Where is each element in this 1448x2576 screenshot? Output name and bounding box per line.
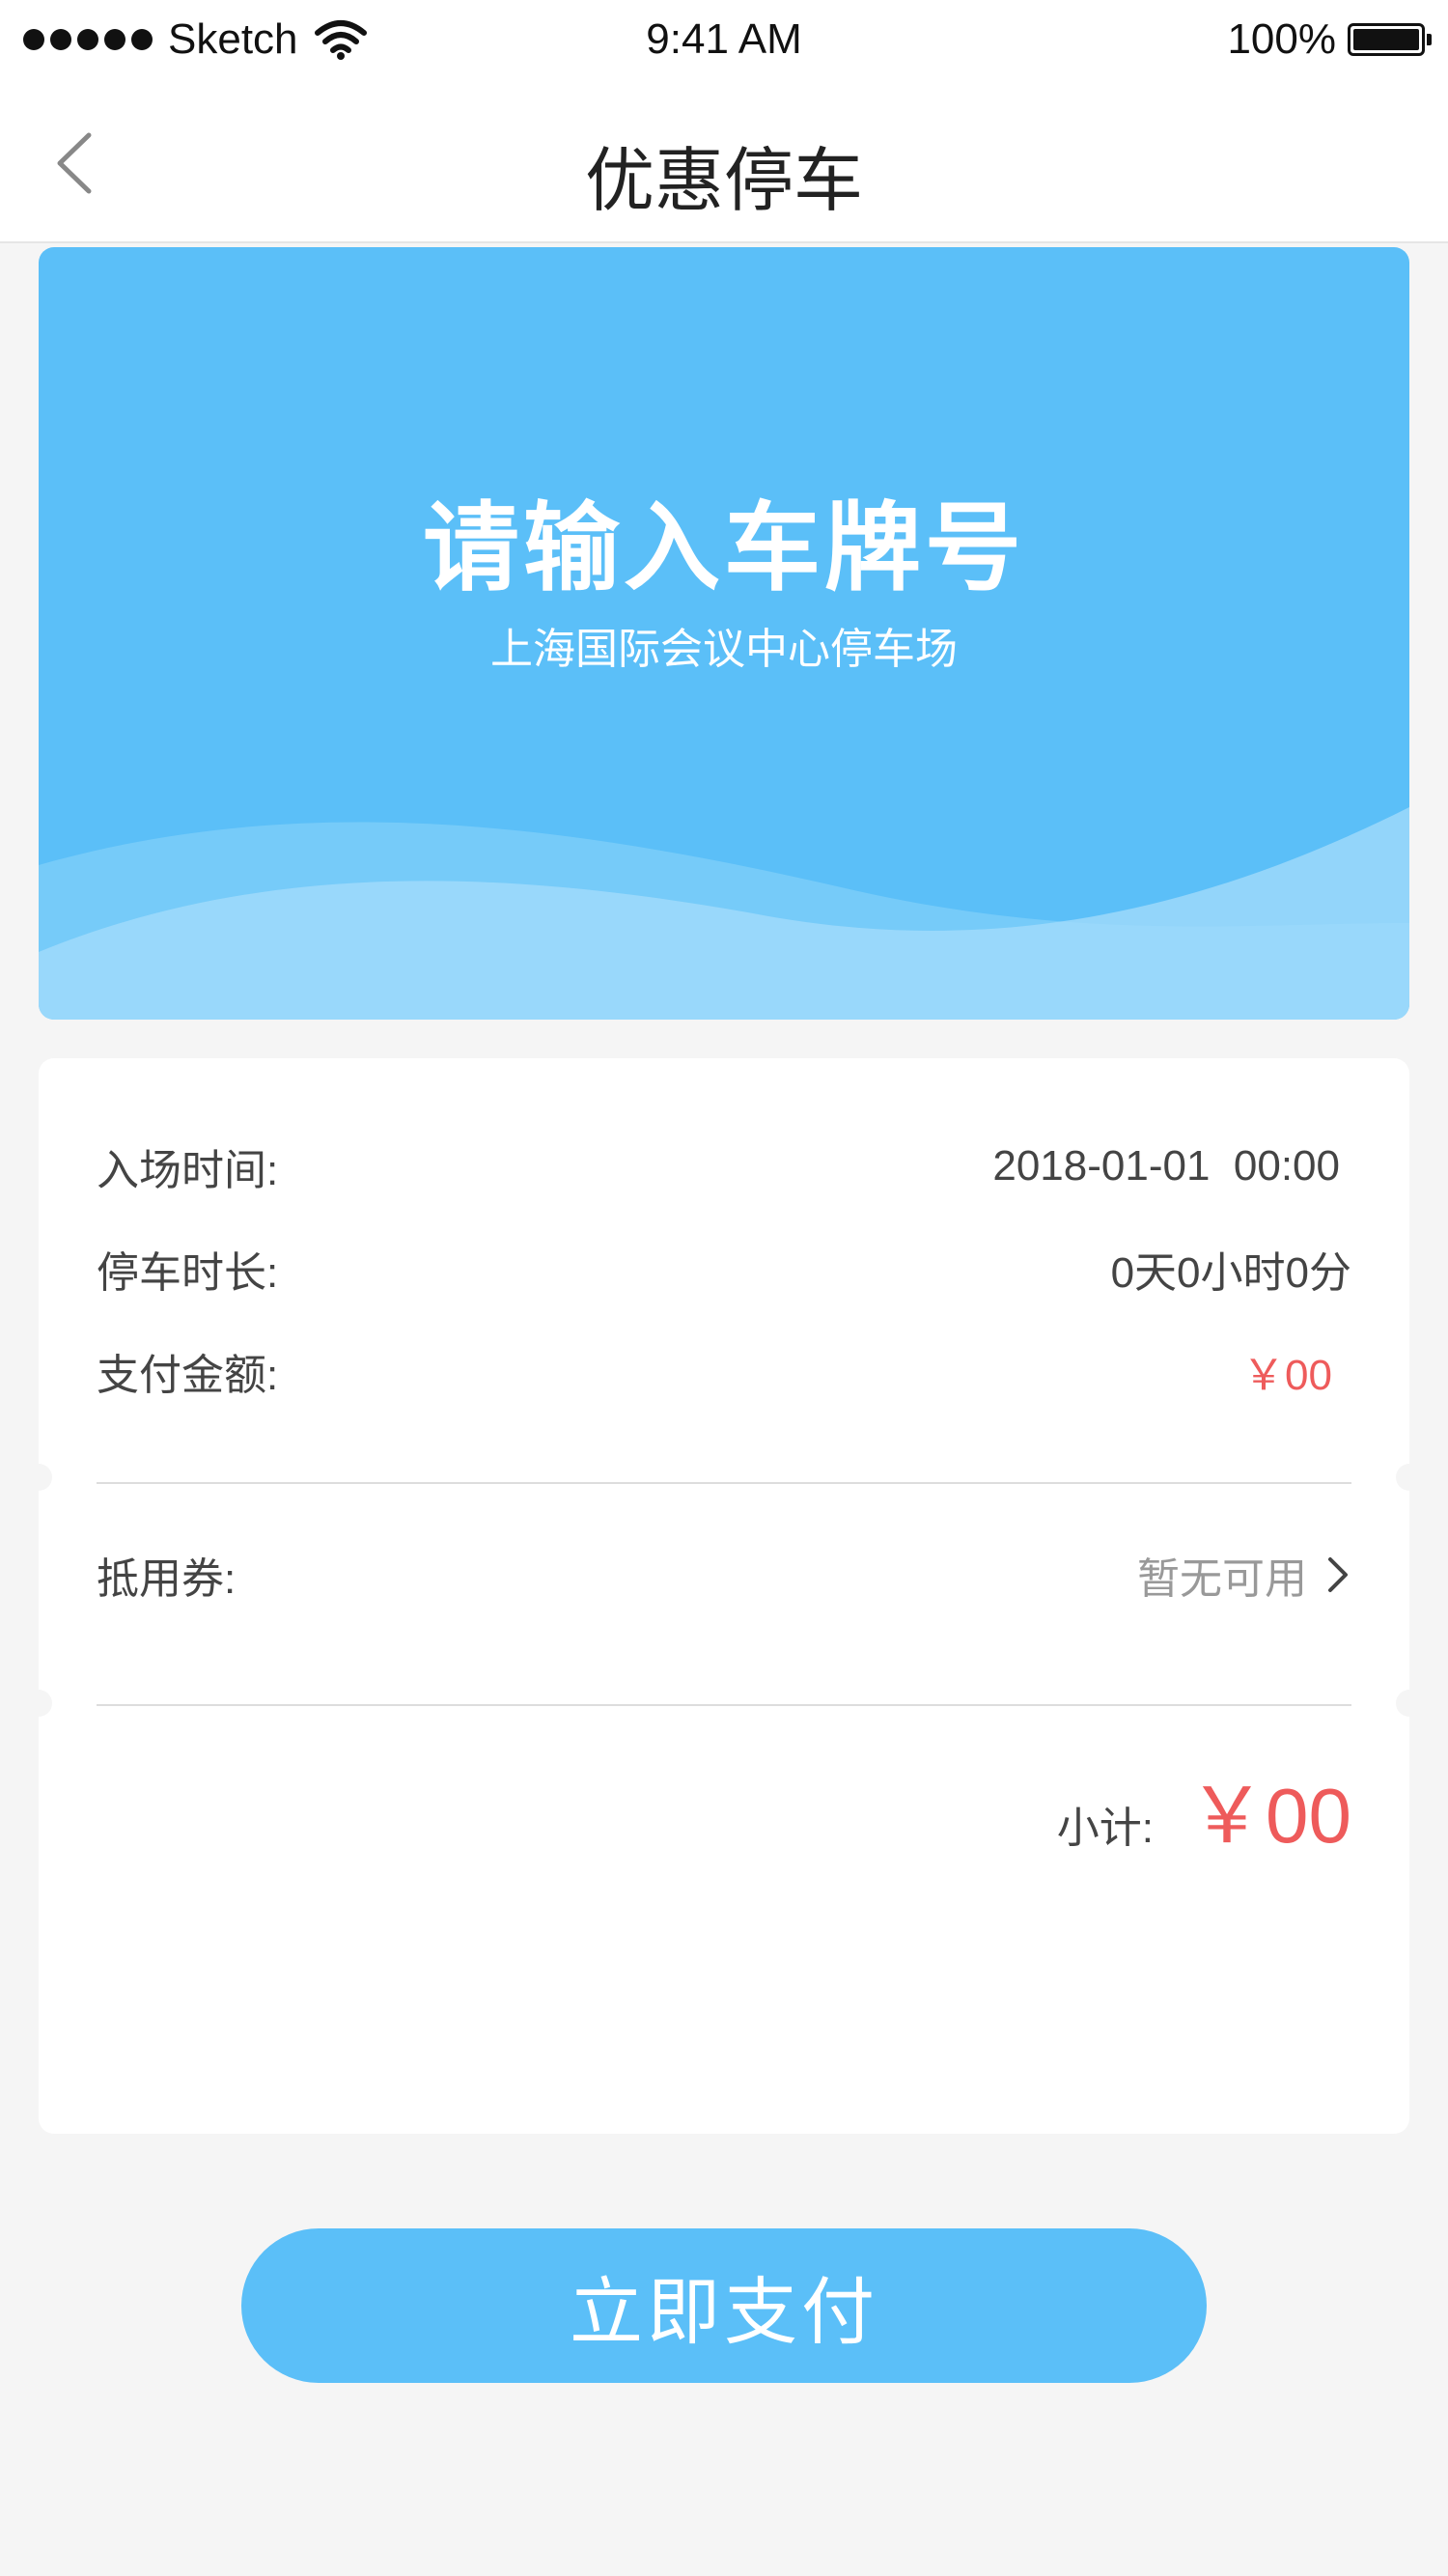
amount-row: 支付金额: ￥00 xyxy=(97,1337,1351,1405)
status-bar: Sketch 9:41 AM 100% xyxy=(0,0,1448,85)
entry-time-label: 入场时间: xyxy=(97,1147,279,1194)
divider xyxy=(97,1704,1351,1706)
status-right: 100% xyxy=(1227,15,1432,64)
entry-time-value: 2018-01-01 00:00 xyxy=(992,1142,1340,1190)
subtotal-label: 小计: xyxy=(1056,1805,1155,1852)
ticket-notch xyxy=(25,1464,52,1491)
divider xyxy=(97,1482,1351,1484)
battery-fill xyxy=(1353,29,1419,50)
battery-icon xyxy=(1348,23,1432,56)
plate-input-banner[interactable]: 请输入车牌号 上海国际会议中心停车场 xyxy=(39,247,1409,1020)
chevron-right-icon xyxy=(1328,1557,1348,1592)
page-title: 优惠停车 xyxy=(584,143,863,220)
subtotal-value: ￥00 xyxy=(1188,1773,1351,1859)
pay-now-button[interactable]: 立即支付 xyxy=(241,2228,1207,2383)
ticket-notch xyxy=(1396,1690,1423,1717)
battery-percent: 100% xyxy=(1227,15,1336,63)
duration-value: 0天0小时0分 xyxy=(1110,1249,1351,1297)
parking-lot-name: 上海国际会议中心停车场 xyxy=(490,626,958,673)
coupon-row[interactable]: 抵用券: 暂无可用 xyxy=(97,1536,1351,1613)
ticket-notch xyxy=(25,1690,52,1717)
amount-value: ￥00 xyxy=(1242,1352,1332,1399)
amount-label: 支付金额: xyxy=(97,1352,279,1399)
entry-time-row: 入场时间: 2018-01-01 00:00 xyxy=(97,1133,1351,1200)
nav-bar: 优惠停车 xyxy=(0,85,1448,243)
ticket-notch xyxy=(1396,1464,1423,1491)
parking-details-card: 入场时间: 2018-01-01 00:00 停车时长: 0天0小时0分 支付金… xyxy=(25,1058,1423,2134)
duration-label: 停车时长: xyxy=(97,1249,279,1297)
coupon-label: 抵用券: xyxy=(97,1555,237,1603)
duration-row: 停车时长: 0天0小时0分 xyxy=(97,1235,1351,1302)
coupon-selector[interactable]: 暂无可用 xyxy=(1137,1544,1351,1606)
subtotal-row: 小计: ￥00 xyxy=(1057,1753,1351,1865)
coupon-value: 暂无可用 xyxy=(1137,1555,1307,1603)
battery-tip xyxy=(1427,34,1432,45)
plate-prompt-title: 请输入车牌号 xyxy=(423,494,1025,602)
